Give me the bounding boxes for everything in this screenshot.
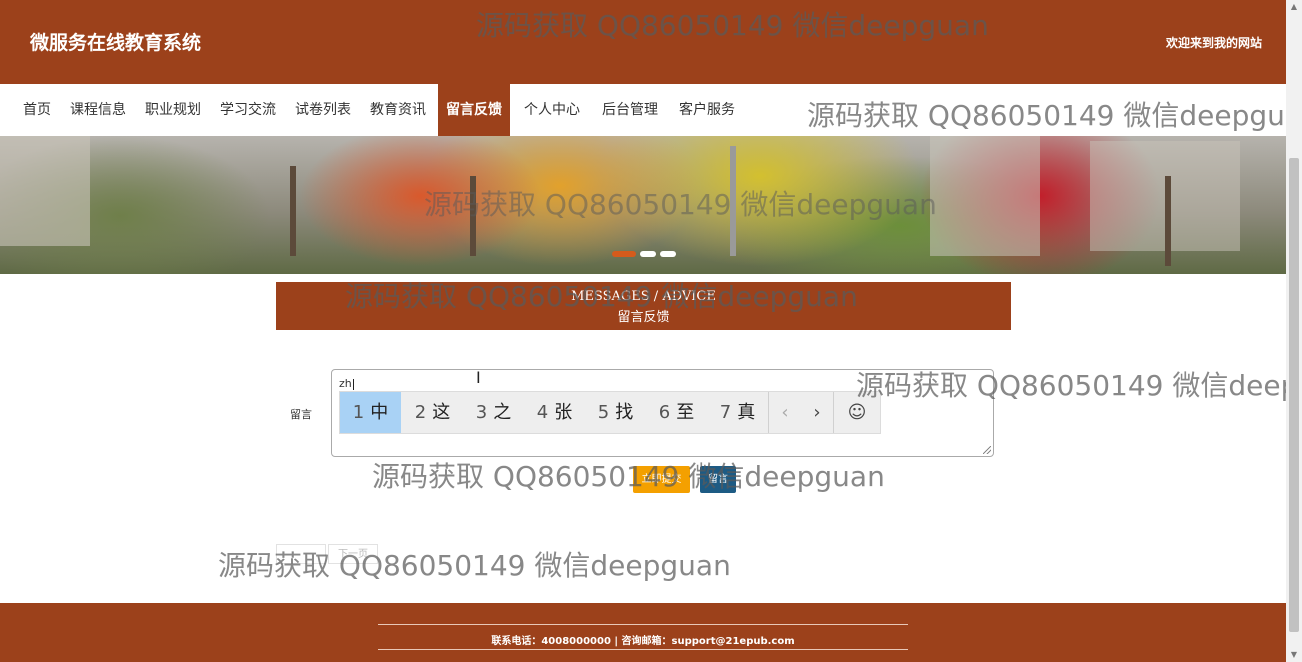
submit-button[interactable]: 立即提交: [633, 466, 690, 493]
ime-candidate-num: 6: [658, 402, 671, 423]
page-scrollbar[interactable]: ▲ ▼: [1286, 0, 1302, 662]
scroll-up-icon[interactable]: ▲: [1286, 0, 1302, 14]
ime-candidate[interactable]: 1中: [340, 392, 401, 433]
ime-candidate-char: 中: [370, 402, 389, 423]
nav-item-career[interactable]: 职业规划: [145, 84, 201, 136]
nav-item-papers[interactable]: 试卷列表: [295, 84, 351, 136]
footer-divider: [378, 624, 908, 625]
footer-divider: [378, 649, 908, 650]
banner-lamp: [730, 146, 736, 256]
banner-tree: [470, 176, 476, 256]
page: 微服务在线教育系统 欢迎来到我的网站 首页 课程信息 职业规划 学习交流 试卷列…: [0, 0, 1286, 662]
chevron-left-icon[interactable]: ‹: [769, 392, 801, 433]
footer: 联系电话：4008000000 | 咨询邮箱：support@21epub.co…: [0, 603, 1286, 662]
ime-candidate-num: 4: [536, 402, 549, 423]
site-title[interactable]: 微服务在线教育系统: [30, 28, 201, 55]
banner-building: [930, 136, 1040, 256]
banner-tree: [290, 166, 296, 256]
scroll-thumb[interactable]: [1289, 158, 1299, 632]
ime-candidate-bar: 1中 2这 3之 4张 5找 6至 7真 ‹ › ☺: [339, 391, 881, 434]
message-label: 留言: [290, 408, 312, 421]
carousel-dot[interactable]: [660, 251, 676, 257]
carousel-dot[interactable]: [640, 251, 656, 257]
watermark: 源码获取 QQ86050149 微信deepguan: [372, 460, 885, 493]
welcome-text: 欢迎来到我的网站: [1165, 36, 1262, 50]
pager-next[interactable]: 下一页: [328, 544, 378, 564]
nav-item-home[interactable]: 首页: [23, 84, 51, 136]
ime-candidate-num: 5: [597, 402, 610, 423]
scroll-down-icon[interactable]: ▼: [1286, 648, 1302, 662]
ime-candidate-num: 3: [475, 402, 488, 423]
ime-candidate[interactable]: 4张: [524, 392, 585, 433]
message-input-value: zh: [339, 377, 352, 390]
main-nav: 首页 课程信息 职业规划 学习交流 试卷列表 教育资讯 留言反馈 个人中心 后台…: [0, 84, 1286, 136]
banner-carousel[interactable]: [0, 136, 1286, 274]
ime-candidate-char: 之: [493, 402, 512, 423]
ime-candidate[interactable]: 3之: [463, 392, 524, 433]
ime-candidate-char: 真: [737, 402, 756, 423]
nav-item-feedback[interactable]: 留言反馈: [438, 84, 510, 136]
ime-candidate-char: 至: [676, 402, 695, 423]
header: 微服务在线教育系统 欢迎来到我的网站: [0, 0, 1286, 84]
ime-candidate-num: 1: [352, 402, 365, 423]
nav-item-news[interactable]: 教育资讯: [370, 84, 426, 136]
ime-candidate-num: 2: [414, 402, 427, 423]
message-button[interactable]: 留言: [700, 466, 736, 493]
nav-item-admin[interactable]: 后台管理: [602, 84, 658, 136]
banner-tree: [1165, 176, 1171, 266]
nav-item-service[interactable]: 客户服务: [679, 84, 735, 136]
nav-item-exchange[interactable]: 学习交流: [220, 84, 276, 136]
smiley-icon[interactable]: ☺: [834, 392, 880, 433]
ime-candidate-char: 找: [615, 402, 634, 423]
nav-item-profile[interactable]: 个人中心: [524, 84, 580, 136]
banner-building: [0, 136, 90, 246]
section-title-bar: MESSAGES / ADVICE 留言反馈: [276, 282, 1011, 330]
ime-candidate-char: 这: [432, 402, 451, 423]
chevron-right-icon[interactable]: ›: [801, 392, 833, 433]
section-title-en: MESSAGES / ADVICE: [571, 289, 716, 304]
pager-prev[interactable]: [276, 544, 326, 564]
nav-item-courses[interactable]: 课程信息: [70, 84, 126, 136]
ime-candidate-char: 张: [554, 402, 573, 423]
ime-candidate-num: 7: [719, 402, 732, 423]
text-cursor-icon: I: [476, 368, 481, 387]
section-title-cn: 留言反馈: [617, 310, 670, 325]
carousel-dot[interactable]: [612, 251, 636, 257]
footer-contact: 联系电话：4008000000 | 咨询邮箱：support@21epub.co…: [491, 636, 795, 647]
ime-candidate[interactable]: 6至: [646, 392, 707, 433]
ime-candidate[interactable]: 2这: [402, 392, 463, 433]
pagination: 下一页: [276, 544, 378, 564]
resize-grip-icon[interactable]: [983, 446, 991, 454]
ime-candidate[interactable]: 5找: [585, 392, 646, 433]
ime-candidate[interactable]: 7真: [707, 392, 768, 433]
